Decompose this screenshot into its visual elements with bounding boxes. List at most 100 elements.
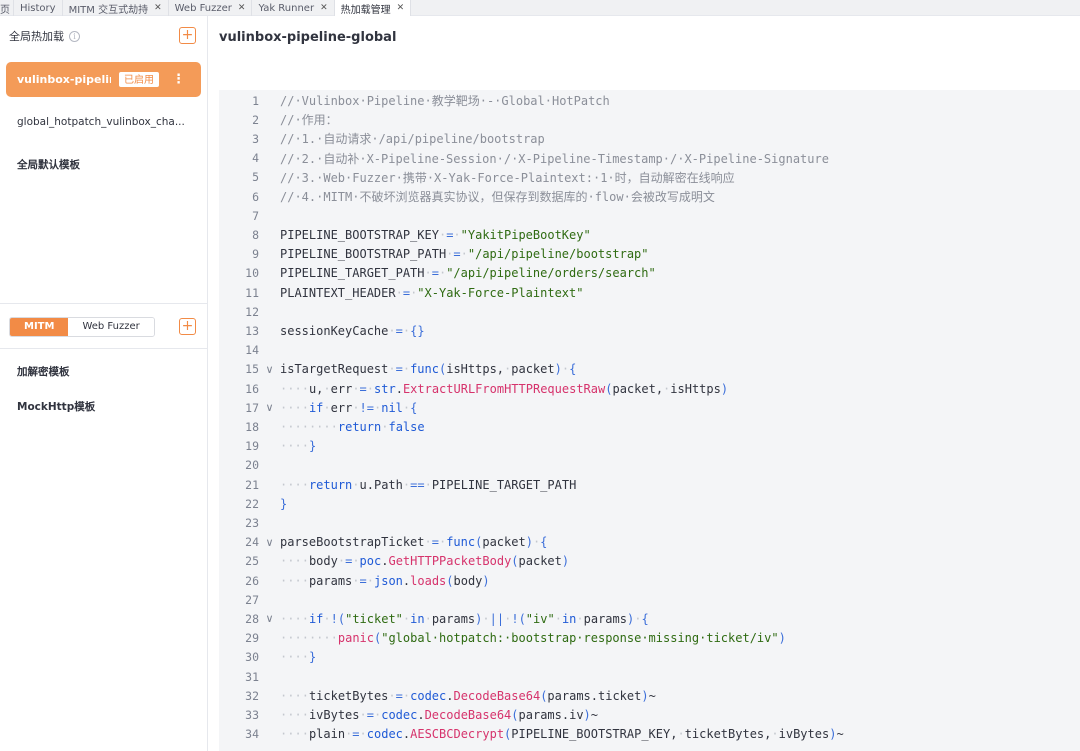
code-line[interactable]: 10 PIPELINE_TARGET_PATH·=·"/api/pipeline/… [219, 264, 1080, 283]
tab-history[interactable]: History [14, 0, 63, 16]
line-number: 25 [245, 554, 259, 569]
line-number: 3 [252, 131, 259, 146]
add-global-hotpatch-button[interactable]: + [179, 27, 196, 44]
code-line[interactable]: 6 //·4.·MITM·不破坏浏览器真实协议，但保存到数据库的·flow·会被改… [219, 187, 1080, 206]
line-number: 23 [245, 515, 259, 530]
code-line[interactable]: 20 [219, 456, 1080, 475]
code-line[interactable]: 18 ········return·false [219, 417, 1080, 436]
code-line[interactable]: 3 //·1.·自动请求·/api/pipeline/bootstrap [219, 129, 1080, 148]
tab-label: Yak Runner [258, 2, 315, 14]
line-number: 5 [252, 170, 259, 185]
fold-chevron-icon[interactable]: ∨ [259, 401, 280, 414]
code-line[interactable]: 17 ∨ ····if·err·!=·nil·{ [219, 398, 1080, 417]
code-text: PLAINTEXT_HEADER·=·"X-Yak-Force-Plaintex… [280, 285, 584, 300]
code-text: //·1.·自动请求·/api/pipeline/bootstrap [280, 132, 545, 147]
line-number: 33 [245, 707, 259, 722]
line-number: 29 [245, 631, 259, 646]
line-number: 20 [245, 458, 259, 473]
line-number: 2 [252, 112, 259, 127]
code-line[interactable]: 8 PIPELINE_BOOTSTRAP_KEY·=·"YakitPipeBoot… [219, 225, 1080, 244]
tab-web-fuzzer[interactable]: Web Fuzzer ✕ [169, 0, 253, 16]
sidebar-item-active[interactable]: vulinbox-pipeline... 已启用 ⋮ [6, 62, 201, 97]
code-text: //·4.·MITM·不破坏浏览器真实协议，但保存到数据库的·flow·会被改写… [280, 190, 715, 204]
segment-web-fuzzer[interactable]: Web Fuzzer [68, 318, 154, 336]
fold-chevron-icon[interactable]: ∨ [259, 363, 280, 376]
sidebar-item-label: vulinbox-pipeline... [17, 73, 111, 86]
tab-page[interactable]: 页 [0, 0, 14, 16]
code-editor[interactable]: 1 //·Vulinbox·Pipeline·教学靶场·-·Global·HotP… [219, 90, 1080, 751]
code-line[interactable]: 25 ····body·=·poc.GetHTTPPacketBody(packe… [219, 552, 1080, 571]
code-line[interactable]: 4 //·2.·自动补·X-Pipeline-Session·/·X-Pipeli… [219, 149, 1080, 168]
sidebar-item-mockhttp-template[interactable]: MockHttp模板 [17, 399, 95, 414]
fold-chevron-icon[interactable]: ∨ [259, 612, 280, 625]
code-line[interactable]: 21 ····return·u.Path·==·PIPELINE_TARGET_P… [219, 475, 1080, 494]
code-line[interactable]: 22} [219, 494, 1080, 513]
code-text: ········panic("global·hotpatch:·bootstra… [280, 631, 786, 646]
code-line[interactable]: 24 ∨ parseBootstrapTicket·=·func(packet)·{ [219, 533, 1080, 552]
info-icon[interactable]: i [69, 30, 80, 42]
line-number: 16 [245, 381, 259, 396]
code-line[interactable]: 12 [219, 302, 1080, 321]
code-line[interactable]: 23 [219, 513, 1080, 532]
code-line[interactable]: 9 PIPELINE_BOOTSTRAP_PATH·=·"/api/pipelin… [219, 245, 1080, 264]
sidebar-item-crypto-template[interactable]: 加解密模板 [17, 364, 70, 379]
code-line[interactable]: 28 ∨ ····if·!("ticket"·in·params)·||·!("iv… [219, 609, 1080, 628]
line-number: 31 [245, 669, 259, 684]
sidebar-item-global-hotpatch-vulinbox[interactable]: global_hotpatch_vulinbox_cha... [17, 116, 185, 128]
close-icon[interactable]: ✕ [397, 3, 405, 13]
code-line[interactable]: 11 PLAINTEXT_HEADER·=·"X-Yak-Force-Plaint… [219, 283, 1080, 302]
code-line[interactable]: 32 ····ticketBytes·=·codec.DecodeBase64(p… [219, 686, 1080, 705]
code-line[interactable]: 2 //·作用： [219, 110, 1080, 129]
code-line[interactable]: 1 //·Vulinbox·Pipeline·教学靶场·-·Global·HotP… [219, 91, 1080, 110]
line-number: 34 [245, 727, 259, 742]
divider [0, 348, 208, 349]
line-number: 26 [245, 573, 259, 588]
code-line[interactable]: 16 ····u,·err·=·str.ExtractURLFromHTTPReq… [219, 379, 1080, 398]
code-line[interactable]: 14 [219, 341, 1080, 360]
code-line[interactable]: 31 [219, 667, 1080, 686]
code-line[interactable]: 29 ········panic("global·hotpatch:·bootst… [219, 629, 1080, 648]
line-number: 19 [245, 439, 259, 454]
code-line[interactable]: 7 [219, 206, 1080, 225]
add-template-button[interactable]: + [179, 318, 196, 335]
line-number: 15 [245, 362, 259, 377]
line-number: 18 [245, 419, 259, 434]
sidebar-header: 全局热加载 i + [0, 16, 208, 56]
close-icon[interactable]: ✕ [238, 3, 246, 13]
tab-mitm[interactable]: MITM 交互式劫持 ✕ [63, 0, 169, 16]
code-line[interactable]: 27 [219, 590, 1080, 609]
code-text: isTargetRequest·=·func(isHttps,·packet)·… [280, 362, 577, 377]
fold-chevron-icon[interactable]: ∨ [259, 536, 280, 549]
more-menu-icon[interactable]: ⋮ [172, 72, 185, 87]
code-text: ····if·!("ticket"·in·params)·||·!("iv"·i… [280, 611, 649, 626]
code-text: //·3.·Web·Fuzzer·携带·X-Yak-Force-Plaintex… [280, 170, 735, 185]
divider [0, 303, 208, 304]
code-line[interactable]: 26 ····params·=·json.loads(body) [219, 571, 1080, 590]
code-line[interactable]: 15 ∨ isTargetRequest·=·func(isHttps,·packe… [219, 360, 1080, 379]
code-line[interactable]: 13 sessionKeyCache·=·{} [219, 321, 1080, 340]
template-type-switch: MITM Web Fuzzer [9, 317, 155, 337]
tab-label: History [20, 2, 56, 14]
close-icon[interactable]: ✕ [320, 3, 328, 13]
code-line[interactable]: 30 ····} [219, 648, 1080, 667]
tab-bar: 页 History MITM 交互式劫持 ✕ Web Fuzzer ✕ Yak Ru… [0, 0, 1080, 16]
line-number: 32 [245, 688, 259, 703]
close-icon[interactable]: ✕ [154, 3, 162, 13]
code-line[interactable]: 19 ····} [219, 437, 1080, 456]
tab-hotpatch-manager[interactable]: 热加载管理 ✕ [334, 0, 412, 16]
sidebar-item-default-template[interactable]: 全局默认模板 [17, 157, 80, 172]
code-line[interactable]: 33 ····ivBytes·=·codec.DecodeBase64(param… [219, 705, 1080, 724]
line-number: 8 [252, 227, 259, 242]
tab-yak-runner[interactable]: Yak Runner ✕ [252, 0, 335, 16]
code-text: //·2.·自动补·X-Pipeline-Session·/·X-Pipelin… [280, 151, 829, 166]
code-text: ····if·err·!=·nil·{ [280, 400, 418, 415]
line-number: 28 [245, 611, 259, 626]
sidebar-title: 全局热加载 [9, 30, 64, 43]
code-text: ········return·false [280, 419, 425, 434]
code-text: parseBootstrapTicket·=·func(packet)·{ [280, 535, 548, 550]
code-line[interactable]: 34 ····plain·=·codec.AESCBCDecrypt(PIPELI… [219, 725, 1080, 744]
segment-mitm[interactable]: MITM [10, 318, 69, 336]
code-text: //·Vulinbox·Pipeline·教学靶场·-·Global·HotPa… [280, 94, 610, 108]
code-line[interactable]: 5 //·3.·Web·Fuzzer·携带·X-Yak-Force-Plainte… [219, 168, 1080, 187]
tab-label: 热加载管理 [340, 4, 391, 16]
